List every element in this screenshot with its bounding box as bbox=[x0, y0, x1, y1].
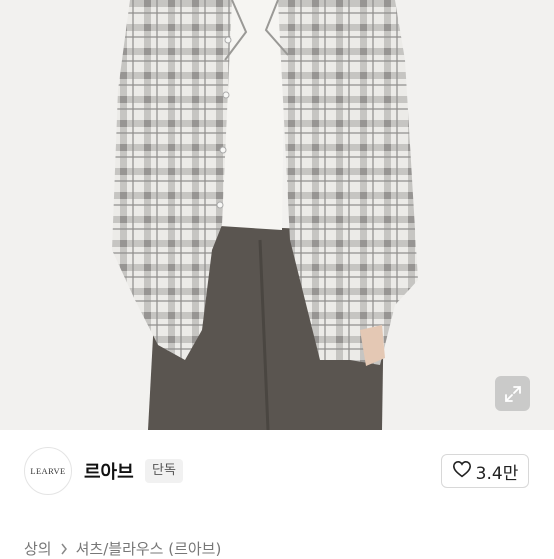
heart-outline-icon bbox=[452, 460, 472, 482]
exclusive-badge: 단독 bbox=[145, 459, 183, 483]
like-button[interactable]: 3.4만 bbox=[441, 454, 529, 488]
shop-name[interactable]: 르아브 bbox=[84, 458, 134, 484]
shop-info-row: LEARVE 르아브 단독 3.4만 bbox=[0, 430, 554, 512]
breadcrumb-item-category[interactable]: 셔츠/블라우스 (르아브) bbox=[76, 538, 222, 559]
like-count: 3.4만 bbox=[475, 463, 519, 484]
product-photo-illustration bbox=[0, 0, 554, 430]
expand-arrows-icon bbox=[503, 384, 523, 404]
breadcrumb: 상의 셔츠/블라우스 (르아브) bbox=[24, 538, 221, 559]
shop-logo[interactable]: LEARVE bbox=[24, 447, 72, 495]
chevron-right-icon bbox=[60, 543, 68, 555]
shop-logo-text: LEARVE bbox=[30, 466, 66, 476]
expand-image-button[interactable] bbox=[495, 376, 530, 411]
breadcrumb-item-top[interactable]: 상의 bbox=[24, 538, 52, 559]
product-photo[interactable] bbox=[0, 0, 554, 430]
